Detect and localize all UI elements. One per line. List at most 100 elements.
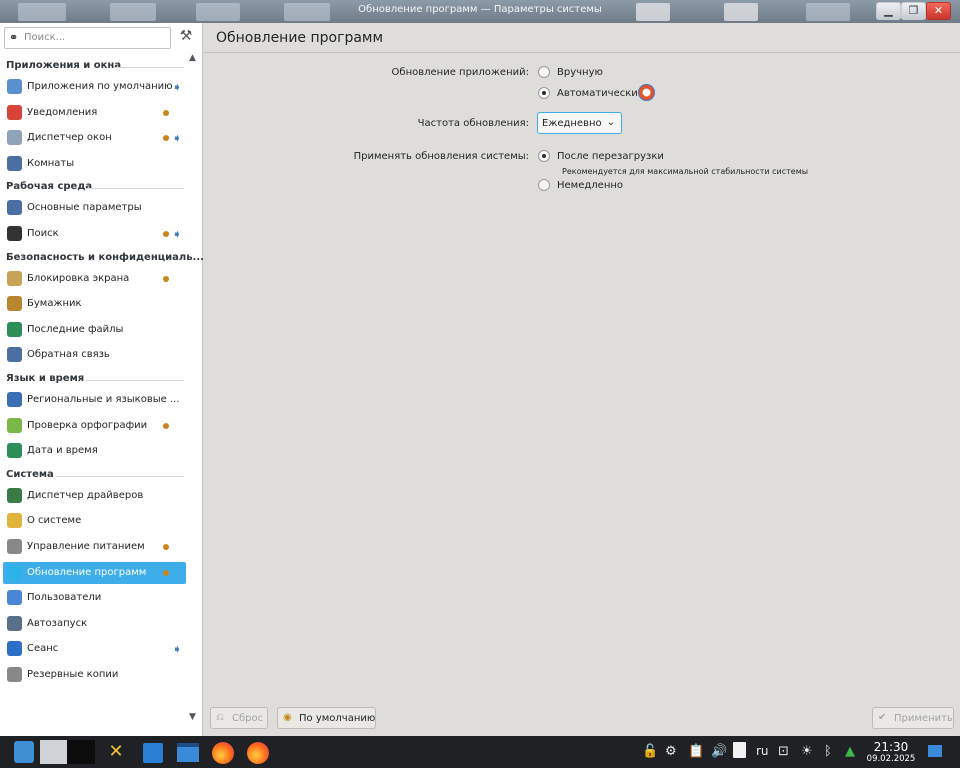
sidebar-item[interactable]: Последние файлы	[3, 319, 186, 341]
feedback-icon	[7, 347, 22, 363]
manual-radio-label[interactable]: Вручную	[557, 67, 603, 78]
power-icon	[7, 539, 22, 554]
users-icon	[7, 590, 22, 606]
sidebar-item[interactable]: Пользователи	[3, 587, 186, 609]
configure-icon[interactable]: ⚒	[176, 28, 196, 48]
sidebar-item-label: Управление питанием	[27, 541, 145, 552]
page-title: Обновление программ	[216, 30, 384, 46]
volume-icon[interactable]: 🔊	[711, 744, 727, 759]
notes-icon[interactable]	[733, 742, 746, 758]
modified-indicator	[163, 569, 169, 576]
sidebar-item[interactable]: Поиск ➧	[3, 223, 186, 245]
spellcheck-icon	[7, 417, 22, 433]
immediately-radio-label[interactable]: Немедленно	[557, 180, 623, 191]
session-icon	[7, 641, 22, 657]
scroll-down-arrow[interactable]: ▼	[189, 712, 196, 722]
binoculars-icon	[7, 226, 22, 241]
sidebar-item[interactable]: Обновление программ	[3, 561, 186, 584]
sidebar-item-label: Уведомления	[27, 106, 98, 118]
close-button[interactable]: ✕	[926, 2, 951, 20]
clipboard-icon[interactable]: 📋	[688, 744, 704, 759]
after-reboot-radio-label[interactable]: После перезагрузки	[557, 151, 664, 162]
sidebar-item[interactable]: Управление питанием	[3, 536, 186, 558]
modified-indicator	[163, 544, 169, 550]
updates-icon	[7, 564, 22, 580]
app-launcher-icon[interactable]	[14, 741, 34, 763]
minimize-button[interactable]: ▁	[876, 2, 901, 20]
clock-icon	[7, 443, 22, 459]
manual-radio[interactable]	[538, 66, 550, 78]
automatic-radio-label[interactable]: Автоматически	[557, 88, 638, 99]
sidebar-item[interactable]: Обратная связь	[3, 344, 186, 366]
sidebar-item-label: Блокировка экрана	[27, 272, 130, 284]
sidebar-item[interactable]: Региональные и языковые ...	[3, 389, 186, 411]
main-panel: Обновление программ Обновление приложени…	[204, 23, 960, 736]
sidebar-item[interactable]: Блокировка экрана	[3, 268, 186, 290]
sidebar-item-label: Основные параметры	[27, 202, 142, 214]
brightness-icon[interactable]: ☀	[801, 744, 813, 759]
updates-tray-icon[interactable]: 🔓	[642, 744, 658, 759]
firefox-icon[interactable]	[212, 742, 234, 764]
screenshot-icon[interactable]: ⊡	[778, 744, 789, 759]
notifications-icon	[7, 104, 22, 120]
sidebar-item[interactable]: Проверка орфографии	[3, 415, 186, 437]
window-titlebar[interactable]: Обновление программ — Параметры системы …	[0, 0, 960, 23]
firefox-icon[interactable]	[247, 742, 269, 764]
sidebar-item[interactable]: Резервные копии	[3, 664, 186, 686]
sidebar-item[interactable]: Автозапуск	[3, 613, 186, 635]
file-manager-icon[interactable]	[177, 743, 199, 762]
sidebar-item[interactable]: Сеанс ➧	[3, 638, 186, 660]
frequency-select[interactable]: Ежедневно ⌄	[537, 112, 622, 134]
maximize-button[interactable]: ❐	[901, 2, 926, 20]
activities-icon	[7, 155, 22, 171]
taskbar: ✕ 🔓 ⚙ 📋 🔊 ru ⊡ ☀ ᛒ ▲ 21:30 09.02.2025	[0, 736, 960, 768]
clock[interactable]: 21:30 09.02.2025	[864, 740, 918, 764]
category-divider	[114, 67, 184, 68]
modified-indicator	[163, 422, 169, 429]
search-placeholder: Поиск...	[24, 32, 66, 43]
after-reboot-radio[interactable]	[538, 150, 550, 162]
keyboard-layout[interactable]: ru	[756, 744, 769, 758]
modified-indicator	[163, 231, 169, 237]
network-icon[interactable]: ▲	[845, 744, 855, 759]
sidebar-item[interactable]: Диспетчер окон ➧	[3, 127, 186, 149]
autostart-icon	[7, 615, 22, 631]
sidebar-item-label: О системе	[27, 515, 82, 527]
search-input[interactable]: ⚭ Поиск...	[4, 27, 171, 49]
category-divider	[86, 188, 184, 190]
apply-button[interactable]: ✔ Применить	[872, 707, 954, 729]
default-apps-icon	[7, 79, 22, 94]
settings-tools-icon[interactable]: ✕	[104, 740, 128, 764]
defaults-button[interactable]: ◉ По умолчанию	[277, 707, 376, 729]
sidebar-item[interactable]: Уведомления	[3, 102, 186, 124]
settings-tray-icon[interactable]: ⚙	[665, 744, 677, 759]
automatic-radio[interactable]	[538, 87, 550, 99]
sidebar-item[interactable]: Бумажник	[3, 293, 186, 315]
checkmark-icon: ✔	[878, 712, 887, 723]
immediately-radio[interactable]	[538, 179, 550, 191]
sidebar-item-label: Автозапуск	[27, 617, 88, 629]
frequency-label: Частота обновления:	[417, 118, 529, 129]
sidebar-item[interactable]: Основные параметры	[3, 197, 186, 219]
show-desktop-icon[interactable]	[928, 745, 942, 757]
after-reboot-note: Рекомендуется для максимальной стабильно…	[562, 167, 809, 176]
modified-indicator	[163, 275, 169, 282]
frequency-select-value: Ежедневно	[542, 118, 602, 129]
sidebar-item[interactable]: О системе	[3, 510, 186, 532]
scroll-up-arrow[interactable]: ▲	[189, 53, 196, 63]
sidebar-item[interactable]: Комнаты	[3, 153, 186, 175]
sidebar-item[interactable]: Дата и время	[3, 440, 186, 462]
bluetooth-icon[interactable]: ᛒ	[824, 744, 832, 759]
clock-time: 21:30	[873, 740, 909, 754]
regional-icon	[7, 392, 22, 407]
sidebar-item[interactable]: Приложения по умолчанию ➧	[3, 76, 186, 98]
sidebar-item[interactable]: Диспетчер драйверов	[3, 485, 186, 507]
category-divider	[56, 475, 184, 477]
virtual-desktop-2[interactable]	[67, 740, 95, 764]
reset-button[interactable]: ⎌ Сброс	[210, 707, 268, 729]
sidebar-item-label: Диспетчер драйверов	[27, 489, 144, 501]
kde-update-icon	[638, 84, 655, 101]
reset-button-label: Сброс	[232, 713, 264, 724]
virtual-desktop-1[interactable]	[40, 740, 67, 764]
store-icon[interactable]	[143, 743, 163, 763]
